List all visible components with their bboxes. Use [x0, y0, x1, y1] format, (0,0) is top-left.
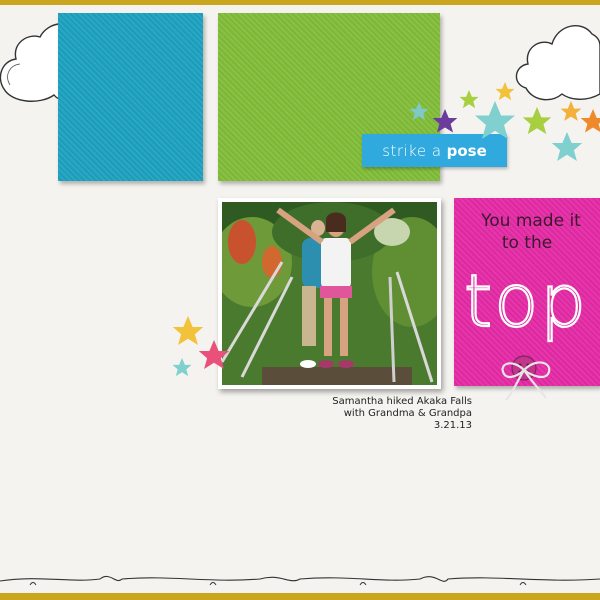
bow-icon [501, 361, 551, 401]
caption-line-2: with Grandma & Grandpa [343, 408, 472, 419]
photo-samantha-akaka-falls [218, 198, 441, 389]
caption-line-3: 3.21.13 [433, 420, 472, 431]
star-cluster-right-icon [409, 82, 600, 161]
top-big-word: top [464, 259, 588, 343]
top-word-art: top [463, 258, 588, 401]
frame-top [0, 0, 600, 5]
caption-line-1: Samantha hiked Akaka Falls [332, 396, 472, 407]
star-cluster-left-icon [172, 316, 230, 377]
photo-caption: Samantha hiked Akaka Falls with Grandma … [290, 396, 472, 432]
frame-bottom [0, 593, 600, 600]
photo-scene-icon [222, 202, 437, 385]
teal-paper [58, 13, 203, 181]
doodle-line-icon [0, 575, 600, 586]
